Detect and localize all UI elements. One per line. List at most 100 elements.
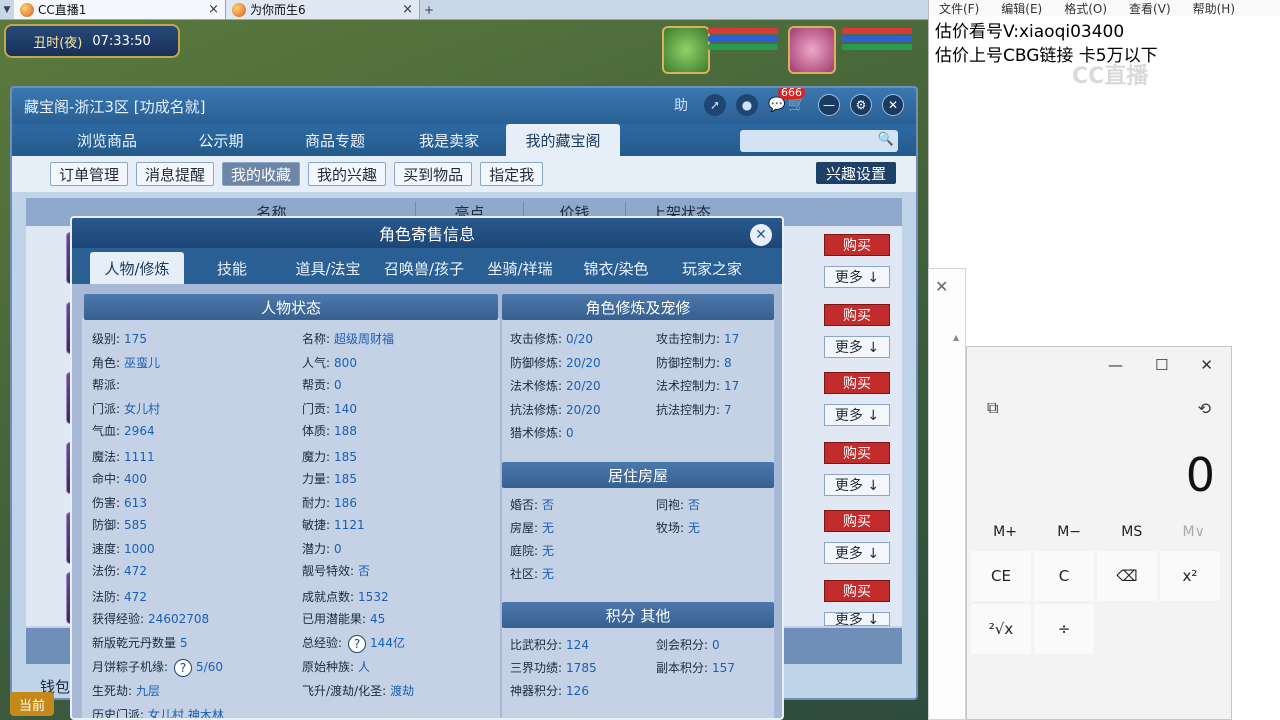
stat-label: 飞升/渡劫/化圣: [302,684,387,698]
stat-value: 144亿 [370,636,405,650]
more-button[interactable]: 更多 ↓ [824,474,890,496]
divide-button[interactable]: ÷ [1034,604,1094,654]
tab-seller[interactable]: 我是卖家 [392,124,506,156]
sub-bought[interactable]: 买到物品 [394,162,473,186]
tab-menu-icon[interactable]: ▼ [0,0,14,19]
close-icon[interactable]: ✕ [882,94,904,116]
backspace-button[interactable]: ⌫ [1097,551,1157,601]
minimize-icon[interactable]: — [1108,356,1123,374]
cart-button[interactable]: 💬 666 🛒 [768,88,808,116]
root-button[interactable]: ²√x [971,604,1031,654]
tab-my-cbg[interactable]: 我的藏宝阁 [506,124,620,156]
close-icon[interactable]: ✕ [750,224,772,246]
stat-field: 三界功绩: 1785 [510,659,597,676]
history-icon[interactable]: ⟲ [1198,399,1211,418]
settings-icon[interactable]: ⚙ [850,94,872,116]
help-icon[interactable]: ? [174,658,193,677]
browser-tab-1[interactable]: CC直播1 × [14,0,226,19]
tab-skills[interactable]: 技能 [184,252,280,284]
tab-items[interactable]: 道具/法宝 [280,252,376,284]
sub-designated[interactable]: 指定我 [480,162,544,186]
stat-label: 房屋: [510,521,539,535]
stat-label: 名称: [302,332,331,346]
buy-button[interactable]: 购买 [824,510,890,532]
more-button[interactable]: 更多 ↓ [824,266,890,288]
stat-value: 无 [542,567,555,581]
tab-browse[interactable]: 浏览商品 [50,124,164,156]
menu-edit[interactable]: 编辑(E) [1001,0,1042,16]
sub-orders[interactable]: 订单管理 [50,162,129,186]
minimize-icon[interactable]: — [818,94,840,116]
interest-settings-button[interactable]: 兴趣设置 [815,162,896,184]
stat-field: 历史门派: 女儿村,神木林 [92,706,224,718]
more-button[interactable]: 更多 ↓ [824,612,890,626]
buy-button[interactable]: 购买 [824,372,890,394]
more-button[interactable]: 更多 ↓ [824,404,890,426]
sub-messages[interactable]: 消息提醒 [136,162,215,186]
memory-subtract-button[interactable]: M− [1057,524,1081,540]
menu-file[interactable]: 文件(F) [939,0,979,16]
tab-character[interactable]: 人物/修炼 [90,252,184,284]
buy-button[interactable]: 购买 [824,580,890,602]
calculator-window: — ☐ ✕ ⧉ ⟲ 0 M+ M− MS M∨ CE C ⌫ x² ²√x ÷ [966,346,1232,720]
tab-topics[interactable]: 商品专题 [278,124,392,156]
memory-list-button[interactable]: M∨ [1183,524,1205,540]
maximize-icon[interactable]: ☐ [1155,356,1168,374]
stat-value: 800 [334,356,357,370]
keep-on-top-icon[interactable]: ⧉ [987,398,998,418]
tab-mounts[interactable]: 坐骑/祥瑞 [472,252,568,284]
stat-value: 188 [334,424,357,438]
new-tab-button[interactable]: + [420,0,438,19]
stat-label: 法术控制力: [656,379,721,393]
buy-button[interactable]: 购买 [824,442,890,464]
stat-field: 法术修炼: 20/20 [510,377,601,394]
help-button[interactable]: 助 [668,94,694,116]
memory-store-button[interactable]: MS [1121,524,1142,540]
tab-label: 为你而生6 [250,3,306,17]
stat-label: 帮贡: [302,378,331,392]
search-input[interactable]: 🔍 [740,130,898,152]
current-channel-button[interactable]: 当前 [10,692,54,716]
calc-title-bar: — ☐ ✕ [967,347,1231,383]
more-button[interactable]: 更多 ↓ [824,336,890,358]
player-portrait[interactable] [788,26,836,74]
close-icon[interactable]: × [208,2,219,17]
stat-value: 1111 [124,450,155,464]
cbg-title: 藏宝阁-浙江3区 [功成名就] [24,97,206,116]
stat-value: 186 [334,496,357,510]
share-icon[interactable]: ➚ [704,94,726,116]
tab-costumes[interactable]: 锦衣/染色 [568,252,664,284]
stat-label: 体质: [302,424,331,438]
buy-button[interactable]: 购买 [824,234,890,256]
search-icon[interactable]: 🔍 [878,132,894,147]
stat-label: 人气: [302,356,331,370]
stop-icon[interactable]: ● [736,94,758,116]
stat-field: 门派: 女儿村 [92,400,160,417]
menu-help[interactable]: 帮助(H) [1193,0,1235,16]
tab-pets[interactable]: 召唤兽/孩子 [376,252,472,284]
sub-interests[interactable]: 我的兴趣 [308,162,387,186]
help-icon[interactable]: ? [348,634,367,653]
close-icon[interactable]: ✕ [935,277,948,296]
tab-home[interactable]: 玩家之家 [664,252,760,284]
buy-button[interactable]: 购买 [824,304,890,326]
pet-portrait[interactable] [662,26,710,74]
clear-button[interactable]: C [1034,551,1094,601]
tab-public[interactable]: 公示期 [164,124,278,156]
clear-entry-button[interactable]: CE [971,551,1031,601]
browser-tab-2[interactable]: 为你而生6 × [226,0,420,19]
stat-field: 猎术修炼: 0 [510,424,574,441]
close-icon[interactable]: × [402,2,413,17]
stat-field: 牧场: 无 [656,519,700,536]
scroll-up-icon[interactable]: ▲ [953,333,959,342]
menu-view[interactable]: 查看(V) [1129,0,1171,16]
sub-favorites[interactable]: 我的收藏 [222,162,301,186]
menu-format[interactable]: 格式(O) [1064,0,1107,16]
stat-label: 攻击修炼: [510,332,563,346]
more-button[interactable]: 更多 ↓ [824,542,890,564]
cbg-nav-tabs: 浏览商品 公示期 商品专题 我是卖家 我的藏宝阁 🔍 [12,124,916,156]
memory-add-button[interactable]: M+ [993,524,1017,540]
square-button[interactable]: x² [1160,551,1220,601]
stat-value: 1000 [124,542,155,556]
close-icon[interactable]: ✕ [1200,356,1213,374]
